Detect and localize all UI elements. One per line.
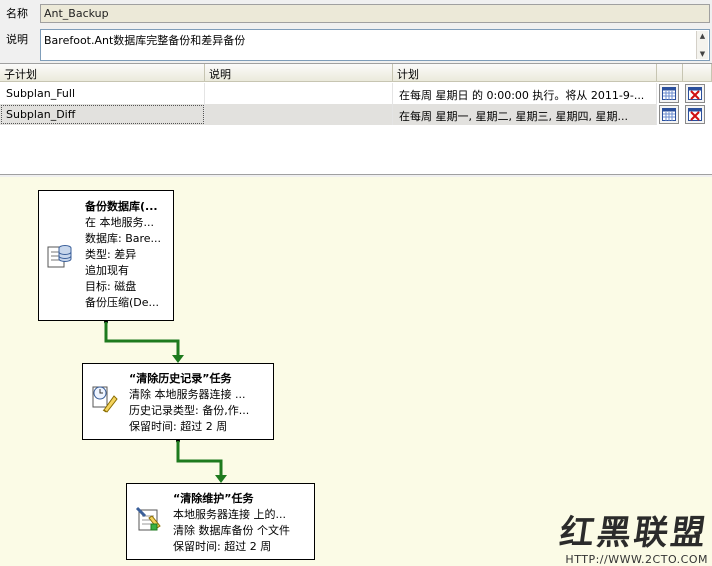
delete-schedule-button[interactable] bbox=[685, 105, 705, 124]
subplan-row[interactable]: Subplan_Diff 在每周 星期一, 星期二, 星期三, 星期四, 星期.… bbox=[0, 104, 712, 125]
task-detail: 数据库: Bare... bbox=[85, 232, 162, 245]
plan-name-field[interactable]: Ant_Backup bbox=[40, 4, 710, 23]
task-detail: 清除 数据库备份 个文件 bbox=[173, 524, 290, 537]
task-detail: 本地服务器连接 上的... bbox=[173, 508, 286, 521]
connector-history-to-maintenance[interactable] bbox=[176, 439, 227, 483]
task-title: 备份数据库(... bbox=[85, 200, 158, 213]
scroll-down-icon[interactable]: ▼ bbox=[697, 49, 708, 59]
schedule-button[interactable] bbox=[659, 105, 679, 124]
task-backup-database[interactable]: 备份数据库(... 在 本地服务... 数据库: Bare... 类型: 差异 … bbox=[38, 190, 174, 321]
task-detail: 目标: 磁盘 bbox=[85, 280, 137, 293]
subplan-grid: 子计划 说明 计划 Subplan_Full 在每周 星期日 的 0:00:00… bbox=[0, 63, 712, 175]
task-maintenance-cleanup[interactable]: “清除维护”任务 本地服务器连接 上的... 清除 数据库备份 个文件 保留时间… bbox=[126, 483, 315, 560]
schedule-button[interactable] bbox=[659, 84, 679, 103]
column-header-subplan[interactable]: 子计划 bbox=[0, 64, 205, 82]
task-title: “清除维护”任务 bbox=[173, 492, 254, 505]
task-detail: 历史记录类型: 备份,作... bbox=[129, 404, 250, 417]
description-label: 说明 bbox=[6, 33, 28, 46]
plan-description-text: Barefoot.Ant数据库完整备份和差异备份 bbox=[44, 34, 246, 47]
column-header-schedule[interactable]: 计划 bbox=[393, 64, 657, 82]
watermark-logo: 红黑联盟 bbox=[557, 513, 711, 553]
task-title: “清除历史记录”任务 bbox=[129, 372, 232, 385]
delete-schedule-icon bbox=[688, 108, 702, 121]
watermark-url: HTTP://WWW.2CTO.COM bbox=[565, 553, 708, 566]
delete-schedule-icon bbox=[688, 87, 702, 100]
watermark: 红黑联盟 HTTP://WWW.2CTO.COM bbox=[557, 513, 711, 566]
task-detail: 类型: 差异 bbox=[85, 248, 137, 261]
subplan-schedule[interactable]: 在每周 星期日 的 0:00:00 执行。将从 2011-9-... bbox=[393, 83, 657, 104]
subplan-schedule[interactable]: 在每周 星期一, 星期二, 星期三, 星期四, 星期... bbox=[393, 104, 657, 125]
calendar-icon bbox=[662, 108, 676, 121]
scroll-up-icon[interactable]: ▲ bbox=[697, 31, 708, 41]
subplan-name[interactable]: Subplan_Diff bbox=[0, 104, 205, 125]
task-detail: 追加现有 bbox=[85, 264, 129, 277]
plan-properties-panel: 名称 Ant_Backup 说明 Barefoot.Ant数据库完整备份和差异备… bbox=[0, 0, 712, 177]
subplan-row[interactable]: Subplan_Full 在每周 星期日 的 0:00:00 执行。将从 201… bbox=[0, 83, 712, 104]
calendar-icon bbox=[662, 87, 676, 100]
delete-schedule-button[interactable] bbox=[685, 84, 705, 103]
column-header-blank-1 bbox=[657, 64, 683, 82]
plan-description-field[interactable]: Barefoot.Ant数据库完整备份和差异备份 ▲ ▼ bbox=[40, 29, 710, 61]
name-label: 名称 bbox=[6, 7, 28, 20]
column-header-blank-2 bbox=[683, 64, 712, 82]
task-detail: 清除 本地服务器连接 ... bbox=[129, 388, 246, 401]
subplan-description[interactable] bbox=[205, 83, 393, 104]
subplan-description[interactable] bbox=[205, 104, 393, 125]
backup-database-icon bbox=[47, 245, 72, 268]
subplan-grid-header: 子计划 说明 计划 bbox=[0, 64, 712, 82]
task-detail: 保留时间: 超过 2 周 bbox=[173, 540, 272, 553]
connector-backup-to-history[interactable] bbox=[104, 320, 184, 363]
column-header-description[interactable]: 说明 bbox=[205, 64, 393, 82]
subplan-name[interactable]: Subplan_Full bbox=[0, 83, 205, 104]
description-scrollbar[interactable]: ▲ ▼ bbox=[696, 31, 708, 59]
task-history-cleanup[interactable]: “清除历史记录”任务 清除 本地服务器连接 ... 历史记录类型: 备份,作..… bbox=[82, 363, 274, 440]
design-canvas[interactable]: 备份数据库(... 在 本地服务... 数据库: Bare... 类型: 差异 … bbox=[0, 177, 712, 566]
maintenance-cleanup-icon bbox=[135, 506, 161, 531]
history-cleanup-icon bbox=[92, 386, 118, 413]
task-detail: 备份压缩(De... bbox=[85, 296, 160, 309]
task-detail: 在 本地服务... bbox=[85, 216, 154, 229]
task-detail: 保留时间: 超过 2 周 bbox=[129, 420, 228, 433]
